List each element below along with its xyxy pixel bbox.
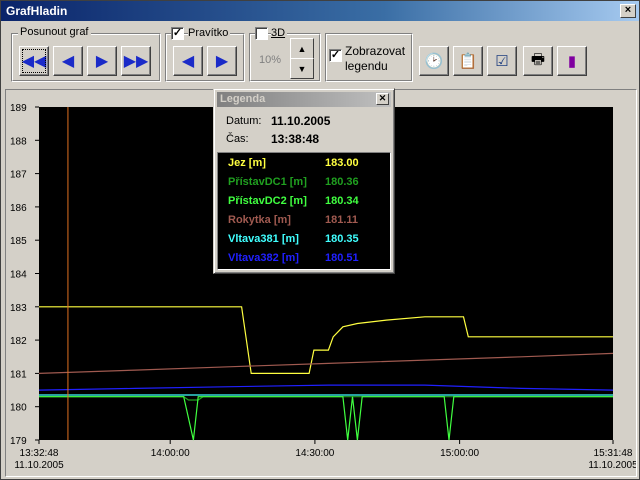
- threed-up-button[interactable]: ▲: [290, 38, 314, 59]
- settings-list-button[interactable]: ☑: [487, 46, 517, 76]
- threed-checkbox[interactable]: [255, 27, 268, 40]
- ruler-left-button[interactable]: ◀: [173, 46, 203, 76]
- legend-row-value: 180.35: [325, 233, 359, 245]
- legend-row-label: PřístavDC2 [m]: [228, 195, 307, 207]
- legend-title: Legenda: [220, 93, 266, 105]
- gauge-icon: ▮: [567, 53, 577, 70]
- legend-titlebar[interactable]: Legenda ✕: [217, 92, 391, 107]
- show-legend-label-1: Zobrazovat: [345, 44, 406, 58]
- threed-down-button[interactable]: ▼: [290, 58, 314, 79]
- ruler-right-button[interactable]: ▶: [207, 46, 237, 76]
- x-tick-label: 13:32:48: [20, 448, 59, 459]
- shift-fast-left-button[interactable]: ◀◀: [19, 46, 49, 76]
- shift-fast-right-button[interactable]: ▶▶: [121, 46, 151, 76]
- y-tick-label: 181: [10, 369, 27, 380]
- y-tick-label: 189: [10, 103, 27, 114]
- y-tick-label: 182: [10, 336, 27, 347]
- export-icon: 📋: [458, 53, 478, 70]
- print-icon: 🖶: [530, 50, 546, 68]
- ruler-checkbox[interactable]: ✓: [171, 27, 184, 40]
- y-tick-label: 179: [10, 436, 27, 447]
- legend-row-label: PřístavDC1 [m]: [228, 176, 307, 188]
- double-arrow-right-icon: ▶▶: [123, 51, 149, 70]
- legend-row-value: 180.36: [325, 176, 359, 188]
- x-tick-label: 15:00:00: [440, 448, 479, 459]
- shift-graph-label: Posunout graf: [18, 26, 91, 38]
- print-button[interactable]: 🖶: [523, 46, 553, 76]
- x-tick-label: 15:31:48: [594, 448, 633, 459]
- legend-row-label: Rokytka [m]: [228, 214, 291, 226]
- window-close-button[interactable]: ×: [620, 4, 636, 18]
- gauge-button[interactable]: ▮: [557, 46, 587, 76]
- y-tick-label: 187: [10, 170, 27, 181]
- legend-time-value: 13:38:48: [271, 132, 320, 146]
- arrow-right-icon: ▶: [215, 51, 229, 70]
- shift-right-button[interactable]: ▶: [87, 46, 117, 76]
- x-tick-date: 11.10.2005: [588, 460, 636, 471]
- export-button[interactable]: 📋: [453, 46, 483, 76]
- y-tick-label: 180: [10, 403, 27, 414]
- arrow-left-icon: ◀: [61, 51, 75, 70]
- legend-row-label: Vltava382 [m]: [228, 252, 299, 264]
- legend-time-label: Čas:: [226, 133, 249, 145]
- y-tick-label: 183: [10, 303, 27, 314]
- triangle-up-icon: ▲: [297, 43, 307, 54]
- window-title: GrafHladin: [6, 4, 68, 18]
- x-tick-label: 14:30:00: [295, 448, 334, 459]
- show-legend-label-2: legendu: [345, 59, 388, 73]
- legend-row-value: 181.11: [325, 214, 359, 226]
- y-tick-label: 188: [10, 136, 27, 147]
- show-legend-checkbox[interactable]: ✓: [329, 49, 342, 62]
- legend-row-label: Jez [m]: [228, 157, 266, 169]
- clock-icon: 🕑: [424, 53, 444, 70]
- legend-date-label: Datum:: [226, 115, 262, 127]
- legend-window[interactable]: Legenda ✕ Datum: 11.10.2005 Čas: 13:38:4…: [213, 88, 395, 274]
- legend-row-value: 180.51: [325, 252, 359, 264]
- ruler-label: Pravítko: [188, 27, 231, 39]
- double-arrow-left-icon: ◀◀: [21, 51, 47, 70]
- threed-label: 3D: [271, 27, 288, 39]
- y-tick-label: 185: [10, 236, 27, 247]
- title-bar: GrafHladin ×: [1, 1, 639, 21]
- y-tick-label: 184: [10, 270, 27, 281]
- legend-row-value: 183.00: [325, 157, 359, 169]
- legend-list: Jez [m] 183.00 PřístavDC1 [m] 180.36 Přístav…: [217, 152, 391, 270]
- x-tick-label: 14:00:00: [151, 448, 190, 459]
- legend-row-label: Vltava381 [m]: [228, 233, 299, 245]
- settings-list-icon: ☑: [495, 53, 509, 70]
- legend-row-value: 180.34: [325, 195, 359, 207]
- y-tick-label: 186: [10, 203, 27, 214]
- triangle-down-icon: ▼: [297, 63, 307, 74]
- app-window: GrafHladin × Posunout graf ◀◀ ◀ ▶ ▶▶ ✓ P…: [0, 0, 640, 480]
- clock-button[interactable]: 🕑: [419, 46, 449, 76]
- shift-left-button[interactable]: ◀: [53, 46, 83, 76]
- x-tick-date: 11.10.2005: [14, 460, 64, 471]
- threed-percent: 10%: [259, 54, 282, 66]
- arrow-right-icon: ▶: [95, 51, 109, 70]
- legend-date-value: 11.10.2005: [271, 114, 331, 128]
- legend-close-button[interactable]: ✕: [376, 93, 389, 105]
- arrow-left-icon: ◀: [181, 51, 195, 70]
